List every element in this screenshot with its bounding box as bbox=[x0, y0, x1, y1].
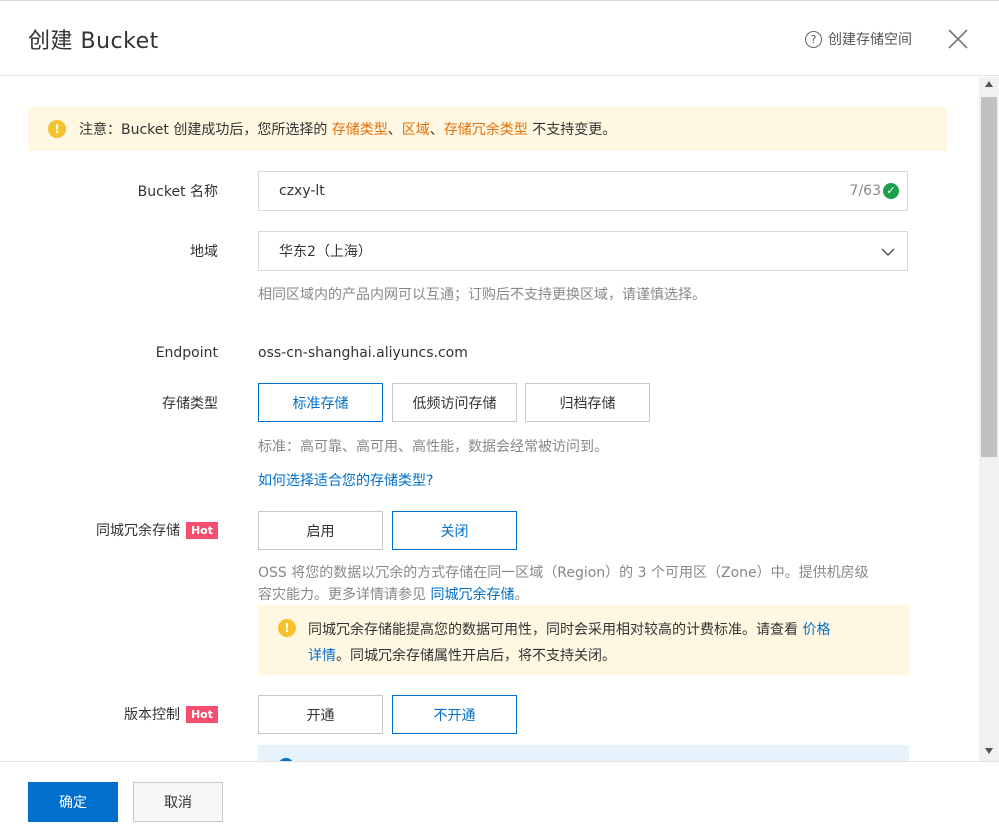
endpoint-value: oss-cn-shanghai.aliyuncs.com bbox=[258, 345, 468, 361]
notice-sep: 、 bbox=[387, 122, 402, 138]
versioning-enable-option[interactable]: 开通 bbox=[258, 695, 383, 734]
char-counter: 7/63 bbox=[849, 183, 881, 199]
help-link[interactable]: ? 创建存储空间 bbox=[805, 29, 912, 49]
zrs-warning-box: ! 同城冗余存储能提高您的数据可用性，同时会采用相对较高的计费标准。请查看 价格… bbox=[258, 605, 909, 675]
bucket-name-label: Bucket 名称 bbox=[137, 184, 218, 200]
zrs-disable-option[interactable]: 关闭 bbox=[392, 511, 517, 550]
pricing-link[interactable]: 价格 bbox=[802, 622, 830, 638]
hot-badge: Hot bbox=[185, 705, 218, 723]
dialog-body: ! 注意：Bucket 创建成功后，您所选择的 存储类型、区域、存储冗余类型 不… bbox=[0, 77, 979, 761]
zrs-doc-link[interactable]: 同城冗余存储 bbox=[430, 587, 514, 603]
warning-icon: ! bbox=[278, 619, 296, 637]
zrs-desc-prefix: 容灾能力。更多详情请参见 bbox=[258, 587, 431, 603]
dialog-footer: 确定 取消 bbox=[0, 761, 999, 828]
notice-region: 区域 bbox=[401, 122, 430, 138]
confirm-button[interactable]: 确定 bbox=[28, 782, 118, 822]
help-label: 创建存储空间 bbox=[828, 32, 912, 48]
zrs-warning-prefix: 同城冗余存储能提高您的数据可用性，同时会采用相对较高的计费标准。请查看 bbox=[308, 622, 803, 638]
dialog-header: 创建 Bucket ? 创建存储空间 bbox=[0, 0, 999, 76]
notice-text: 注意：Bucket 创建成功后，您所选择的 存储类型、区域、存储冗余类型 不支持… bbox=[79, 119, 616, 139]
zrs-desc-line1: OSS 将您的数据以冗余的方式存储在同一区域（Region）的 3 个可用区（Z… bbox=[258, 565, 869, 581]
versioning-disable-option[interactable]: 不开通 bbox=[392, 695, 517, 734]
help-icon: ? bbox=[805, 30, 822, 48]
zrs-desc-suffix: 。 bbox=[514, 587, 529, 603]
dialog-title: 创建 Bucket bbox=[28, 29, 159, 54]
notice-redundancy: 存储冗余类型 bbox=[443, 122, 528, 138]
bucket-name-value: czxy-lt bbox=[279, 183, 325, 199]
region-label: 地域 bbox=[190, 244, 218, 260]
notice-suffix: 不支持变更。 bbox=[527, 122, 617, 138]
bucket-name-input[interactable]: czxy-lt 7/63 ✓ bbox=[258, 171, 908, 211]
versioning-info-box bbox=[258, 745, 909, 761]
region-select[interactable]: 华东2（上海） bbox=[258, 231, 908, 271]
storage-archive-option[interactable]: 归档存储 bbox=[525, 383, 650, 422]
scroll-down-arrow-icon[interactable] bbox=[985, 748, 993, 754]
zrs-warning-suffix: 。同城冗余存储属性开启后，将不支持关闭。 bbox=[336, 648, 616, 664]
notice-sep: 、 bbox=[429, 122, 444, 138]
notice-prefix: 注意：Bucket 创建成功后，您所选择的 bbox=[79, 122, 332, 138]
storage-class-label: 存储类型 bbox=[162, 396, 218, 412]
chevron-down-icon bbox=[881, 248, 895, 257]
storage-ia-option[interactable]: 低频访问存储 bbox=[392, 383, 517, 422]
scroll-thumb[interactable] bbox=[981, 97, 997, 457]
notice-storage-type: 存储类型 bbox=[331, 122, 388, 138]
zrs-warning-line2: 详情。同城冗余存储属性开启后，将不支持关闭。 bbox=[308, 643, 879, 669]
scroll-up-arrow-icon[interactable] bbox=[985, 81, 993, 87]
pricing-detail-link[interactable]: 详情 bbox=[308, 648, 336, 664]
endpoint-label: Endpoint bbox=[155, 345, 218, 361]
region-value: 华东2（上海） bbox=[279, 244, 372, 260]
zrs-label: 同城冗余存储 Hot bbox=[96, 520, 218, 540]
zrs-description: OSS 将您的数据以冗余的方式存储在同一区域（Region）的 3 个可用区（Z… bbox=[258, 562, 918, 606]
zrs-enable-option[interactable]: 启用 bbox=[258, 511, 383, 550]
storage-standard-option[interactable]: 标准存储 bbox=[258, 383, 383, 422]
zrs-label-text: 同城冗余存储 bbox=[95, 523, 180, 539]
scrollbar[interactable] bbox=[979, 77, 999, 761]
versioning-label: 版本控制 Hot bbox=[124, 704, 218, 724]
notice-banner: ! 注意：Bucket 创建成功后，您所选择的 存储类型、区域、存储冗余类型 不… bbox=[28, 107, 947, 151]
region-hint: 相同区域内的产品内网可以互通；订购后不支持更换区域，请谨慎选择。 bbox=[258, 287, 706, 303]
check-icon: ✓ bbox=[883, 183, 899, 199]
warning-icon: ! bbox=[48, 120, 66, 138]
storage-class-help-link[interactable]: 如何选择适合您的存储类型? bbox=[258, 470, 433, 490]
hot-badge: Hot bbox=[185, 521, 218, 539]
zrs-warning-line1: 同城冗余存储能提高您的数据可用性，同时会采用相对较高的计费标准。请查看 价格 bbox=[308, 617, 879, 643]
storage-class-hint: 标准：高可靠、高可用、高性能，数据会经常被访问到。 bbox=[258, 439, 608, 455]
zrs-desc-line2: 容灾能力。更多详情请参见 同城冗余存储。 bbox=[258, 584, 918, 606]
versioning-label-text: 版本控制 bbox=[123, 707, 180, 723]
close-icon[interactable] bbox=[945, 26, 971, 52]
cancel-button[interactable]: 取消 bbox=[133, 782, 223, 822]
